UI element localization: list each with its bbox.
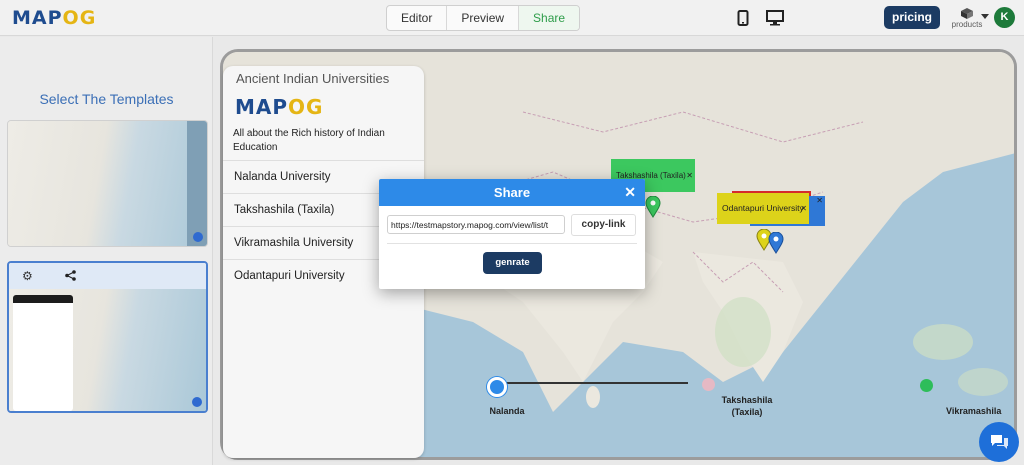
- modal-title: Share: [493, 185, 531, 200]
- share-link-input[interactable]: [387, 215, 565, 234]
- timeline-label: Takshashila (Taxila): [721, 395, 773, 417]
- timeline-dot-vikramashila[interactable]: [920, 379, 933, 392]
- pricing-button[interactable]: pricing: [884, 6, 940, 29]
- timeline-label: Vikramashila: [946, 406, 1002, 416]
- gear-icon[interactable]: ⚙: [22, 269, 33, 283]
- timeline-label: Nalanda: [489, 406, 525, 416]
- map-popup-odantapuri[interactable]: Odantapuri University ✕: [717, 193, 809, 224]
- popup-label: Odantapuri University: [722, 203, 804, 213]
- tab-editor[interactable]: Editor: [387, 6, 448, 30]
- thumbnail-map: [8, 121, 207, 246]
- timeline-line: [495, 382, 688, 384]
- map-marker-icon[interactable]: [645, 196, 661, 218]
- tab-share[interactable]: Share: [519, 6, 580, 30]
- timeline-dot-takshashila[interactable]: [702, 378, 715, 391]
- top-bar: MAPOG Editor Preview Share pricing produ…: [0, 0, 1024, 36]
- desktop-view-icon[interactable]: [766, 10, 784, 26]
- timeline-dot-nalanda[interactable]: [487, 377, 507, 397]
- sidebar-title: Select The Templates: [39, 91, 174, 107]
- mode-switcher: Editor Preview Share: [386, 5, 581, 31]
- chat-button[interactable]: [979, 422, 1019, 462]
- template-thumbnail-2[interactable]: ⚙: [7, 261, 208, 413]
- modal-header: Share: [379, 179, 645, 206]
- thumbnail-side-strip: [187, 121, 207, 246]
- thumbnail-toolbar: ⚙: [9, 263, 206, 289]
- close-icon[interactable]: ✕: [624, 183, 636, 201]
- template-thumbnail-1[interactable]: [7, 120, 208, 247]
- share-modal: Share ✕ copy-link genrate: [379, 179, 645, 289]
- close-icon[interactable]: ✕: [816, 196, 823, 205]
- thumbnail-badge-icon: [192, 397, 202, 407]
- chevron-down-icon[interactable]: [981, 14, 989, 19]
- story-title: Ancient Indian Universities: [236, 71, 390, 86]
- tab-preview[interactable]: Preview: [447, 6, 520, 30]
- mapog-logo[interactable]: MAPOG: [12, 7, 96, 29]
- story-logo: MAPOG: [235, 95, 324, 119]
- thumbnail-badge-icon: [193, 232, 203, 242]
- thumbnail-story-panel: [13, 295, 73, 411]
- story-description: All about the Rich history of Indian Edu…: [233, 128, 385, 153]
- generate-button[interactable]: genrate: [483, 252, 542, 274]
- products-label: products: [951, 20, 983, 29]
- template-sidebar: Select The Templates ⚙: [0, 37, 213, 465]
- mobile-view-icon[interactable]: [737, 10, 749, 26]
- close-icon[interactable]: ✕: [800, 193, 807, 224]
- share-icon[interactable]: [65, 270, 76, 281]
- cube-icon: [961, 8, 973, 19]
- avatar[interactable]: K: [994, 7, 1015, 28]
- map-marker-icon[interactable]: [768, 232, 784, 254]
- modal-divider: [387, 243, 637, 244]
- copy-link-button[interactable]: copy-link: [571, 214, 636, 236]
- close-icon[interactable]: ✕: [686, 159, 693, 192]
- chat-icon: [991, 435, 1008, 449]
